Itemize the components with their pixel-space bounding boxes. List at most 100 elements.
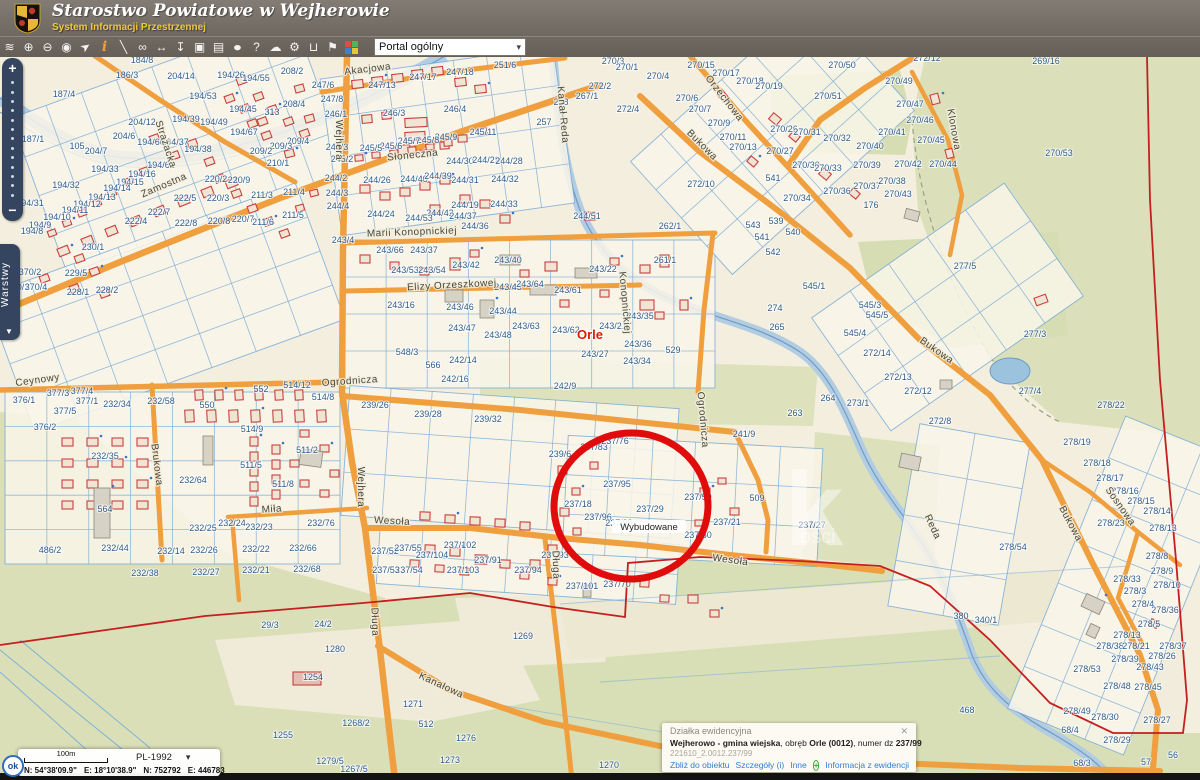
watermark: k — [785, 451, 844, 568]
building — [400, 188, 410, 196]
building — [590, 462, 598, 469]
locate-icon[interactable]: ↧ — [171, 38, 190, 56]
parcel-label: 239/6 — [549, 449, 572, 459]
parcel-label: 243/61 — [554, 285, 582, 295]
legend-icon[interactable] — [342, 38, 361, 56]
parcel-label: 194/32 — [52, 180, 80, 190]
parcel-label: 220/3 — [207, 193, 230, 203]
upload-cloud-icon[interactable]: ☁ — [266, 38, 285, 56]
parcel-label: 232/34 — [103, 399, 131, 409]
parcel-label: 529 — [665, 345, 680, 355]
building — [304, 114, 315, 123]
close-icon[interactable]: ✕ — [900, 726, 908, 737]
building — [195, 390, 204, 400]
parcel-label: 243/53 — [391, 265, 419, 275]
parcel-label: 237/53 — [372, 565, 400, 575]
parcel-label: 187/1 — [22, 134, 45, 144]
parcel-label: 243/40 — [494, 255, 522, 265]
parcel-label: 270/27 — [766, 146, 794, 156]
pan-icon[interactable]: ↔ — [152, 38, 171, 56]
coord-e-m: E: 446783 — [188, 766, 225, 775]
map-canvas[interactable]: 184/8186/3187/4204/14194/26194/55208/219… — [0, 56, 1200, 780]
parcel-label: 232/76 — [307, 518, 335, 528]
zoom-to-object-link[interactable]: Zbliż do obiektu — [670, 759, 730, 771]
parcel-label: 186/3 — [116, 70, 139, 80]
parcel-label: 222/4 — [125, 216, 148, 226]
wybudowane-label: Wybudowane — [620, 522, 677, 533]
building — [235, 390, 244, 400]
building — [137, 459, 148, 467]
parcel-label: 270/6 — [676, 93, 699, 103]
parcel-label: 278/29 — [1103, 735, 1131, 745]
parcel-label: 242/9 — [554, 381, 577, 391]
orle-label: Orle — [577, 327, 603, 342]
parcel-block — [5, 392, 340, 564]
parcel-label: 270/41 — [878, 127, 906, 137]
zoom-in-button[interactable]: + — [8, 61, 16, 75]
parcel-label: 220/8 — [208, 216, 231, 226]
crs-selector[interactable]: PL-1992 ▾ — [136, 752, 190, 763]
parcel-label: 244/19 — [451, 200, 479, 210]
parcel-label: 68/4 — [1061, 725, 1079, 735]
building — [317, 410, 327, 422]
gis-application: 184/8186/3187/4204/14194/26194/55208/219… — [0, 0, 1200, 780]
parcel-label: 245/11 — [470, 127, 497, 137]
link-icon[interactable]: ∞ — [133, 38, 152, 56]
street-label: Wejhera — [355, 467, 366, 508]
portal-select[interactable]: Portal ogólny ▾ — [374, 38, 526, 56]
parcel-label: 247/6 — [312, 80, 335, 90]
registry-info-link[interactable]: Informacja z ewidencji — [825, 759, 909, 771]
zoom-in-icon[interactable]: ⊕ — [19, 38, 38, 56]
building — [62, 501, 73, 509]
comment-icon[interactable]: ● — [225, 38, 250, 56]
parcel-label: 244/26 — [363, 175, 391, 185]
coordinates-readout: N: 54°38'09.9" E: 18°10'38.9" N: 752792 … — [24, 766, 214, 775]
parcel-label: 244/30 — [446, 156, 474, 166]
parcel-label: 270/44 — [929, 159, 957, 169]
crs-label: PL-1992 — [136, 752, 172, 763]
identify-icon[interactable]: i — [95, 38, 114, 56]
parcel-label: 211/6 — [252, 217, 274, 227]
measure-icon[interactable]: ╲ — [114, 38, 133, 56]
parcel-label: 270/43 — [884, 189, 912, 199]
other-link[interactable]: Inne — [790, 759, 807, 771]
parcel-label: 243/44 — [489, 306, 517, 316]
parcel-label: 194/45 — [229, 104, 257, 114]
building — [272, 490, 280, 499]
zoom-level-track[interactable] — [11, 78, 14, 200]
parcel-label: 211/3 — [251, 190, 273, 200]
cart-icon[interactable]: ⊔ — [304, 38, 323, 56]
building — [573, 528, 581, 535]
building — [185, 410, 195, 422]
settings-icon[interactable]: ⚙ — [285, 38, 304, 56]
building — [360, 255, 370, 263]
copy-icon[interactable]: ▣ — [190, 38, 209, 56]
building — [250, 437, 258, 446]
details-link[interactable]: Szczegóły (i) — [736, 759, 785, 771]
building — [62, 459, 73, 467]
parcel-label: 270/7 — [689, 104, 712, 114]
parcel-label: 278/27 — [1143, 715, 1171, 725]
parcel-label: 243/54 — [418, 265, 446, 275]
layers-icon[interactable]: ≋ — [0, 38, 19, 56]
parcel-label: 243/66 — [376, 245, 404, 255]
parcel-label: 194/49 — [200, 117, 228, 127]
layers-tab[interactable]: Warstwy ▼ — [0, 244, 20, 340]
parcel-label: 270/13 — [729, 142, 757, 152]
scale-bar: 100m — [24, 750, 108, 763]
parcel-label: 278/14 — [1143, 506, 1171, 516]
building — [655, 312, 664, 319]
building — [272, 445, 280, 454]
plus-circle-icon[interactable]: + — [813, 760, 820, 771]
building — [445, 290, 463, 302]
ok-button[interactable]: ok — [2, 755, 24, 777]
parcel-label: 194/39 — [172, 114, 200, 124]
flag-icon[interactable]: ⚑ — [323, 38, 342, 56]
building — [112, 501, 123, 509]
parcel-label: 232/66 — [289, 543, 317, 553]
parcel-label: 237/95 — [603, 479, 631, 489]
zoom-out-icon[interactable]: ⊖ — [38, 38, 57, 56]
parcel-label: 270/11 — [720, 132, 747, 142]
building — [660, 595, 669, 602]
zoom-out-button[interactable]: − — [8, 203, 16, 217]
